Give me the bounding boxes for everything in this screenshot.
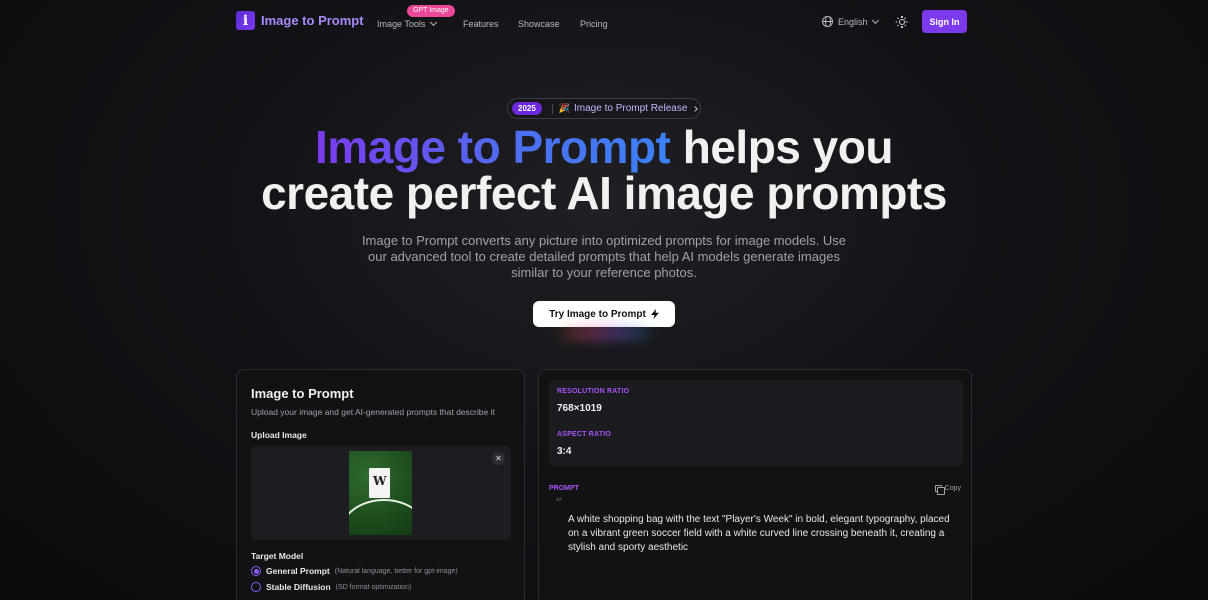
target-model-label: Target Model xyxy=(251,551,304,561)
model-option-general[interactable]: General Prompt (Natural language, better… xyxy=(251,566,458,576)
divider xyxy=(551,103,553,114)
model-name: Stable Diffusion xyxy=(266,582,331,592)
image-stats-panel: RESOLUTION RATIO 768×1019 ASPECT RATIO 3… xyxy=(549,380,963,466)
tool-description: Upload your image and get AI-generated p… xyxy=(251,407,495,417)
release-announcement-pill[interactable]: 2025 🎉 Image to Prompt Release xyxy=(507,98,701,119)
copy-icon xyxy=(934,485,945,495)
chevron-right-icon xyxy=(692,105,699,112)
headline-line-2: create perfect AI image prompts xyxy=(261,167,947,219)
uploaded-image-preview xyxy=(349,451,412,535)
model-name: General Prompt xyxy=(266,566,330,576)
quote-icon: “ xyxy=(555,496,563,512)
language-label: English xyxy=(838,16,868,27)
cta-label: Try Image to Prompt xyxy=(549,308,646,320)
chevron-down-icon xyxy=(430,18,438,27)
brand-logo-link[interactable]: i Image to Prompt xyxy=(236,11,364,30)
radio-selected[interactable] xyxy=(251,566,261,576)
upload-image-label: Upload Image xyxy=(251,430,307,440)
aspect-ratio-value: 3:4 xyxy=(557,446,572,457)
headline-rest: helps you xyxy=(670,121,894,173)
globe-icon xyxy=(822,16,833,27)
try-image-to-prompt-button[interactable]: Try Image to Prompt xyxy=(533,301,675,327)
nav-pricing-link[interactable]: Pricing xyxy=(580,19,608,29)
hero-headline: Image to Prompt helps you create perfect… xyxy=(0,124,1208,216)
resolution-ratio-label: RESOLUTION RATIO xyxy=(557,388,630,395)
model-note: (SD format optimization) xyxy=(335,583,412,591)
theme-toggle-sun-icon[interactable] xyxy=(896,16,908,28)
copy-label: Copy xyxy=(944,485,961,492)
aspect-ratio-label: ASPECT RATIO xyxy=(557,431,611,438)
nav-image-tools-dropdown[interactable]: Image Tools xyxy=(377,18,438,29)
top-navbar: i Image to Prompt GPT Image Image Tools … xyxy=(0,0,1208,44)
nav-image-tools-label: Image Tools xyxy=(377,19,426,29)
gpt-image-badge: GPT Image xyxy=(407,5,455,17)
prompt-label: PROMPT xyxy=(549,485,579,492)
release-year-badge: 2025 xyxy=(512,102,542,115)
chevron-down-icon xyxy=(871,16,879,24)
prompt-result-card: RESOLUTION RATIO 768×1019 ASPECT RATIO 3… xyxy=(538,369,972,600)
generated-prompt-text: A white shopping bag with the text "Play… xyxy=(568,514,950,553)
release-text: Image to Prompt Release xyxy=(574,103,688,114)
hero-subtext: Image to Prompt converts any picture int… xyxy=(361,233,847,280)
resolution-ratio-value: 768×1019 xyxy=(557,403,602,414)
image-upload-dropzone[interactable]: ✕ xyxy=(251,446,511,540)
cta-glow xyxy=(560,328,650,338)
model-note: (Natural language, better for gpt-image) xyxy=(334,567,458,575)
headline-accent: Image to Prompt xyxy=(315,121,671,173)
model-option-stable-diffusion[interactable]: Stable Diffusion (SD format optimization… xyxy=(251,582,411,592)
brand-name: Image to Prompt xyxy=(261,13,364,28)
nav-features-link[interactable]: Features xyxy=(463,19,499,29)
image-to-prompt-tool-card: Image to Prompt Upload your image and ge… xyxy=(236,369,525,600)
lightning-icon xyxy=(650,309,659,319)
remove-image-button[interactable]: ✕ xyxy=(492,452,505,465)
copy-prompt-button[interactable]: Copy xyxy=(934,485,961,495)
party-popper-icon: 🎉 xyxy=(558,103,571,113)
radio-unselected[interactable] xyxy=(251,582,261,592)
nav-showcase-link[interactable]: Showcase xyxy=(518,19,560,29)
tool-title: Image to Prompt xyxy=(251,386,354,401)
brand-logo-icon: i xyxy=(236,11,255,30)
sign-in-button[interactable]: Sign In xyxy=(922,10,967,33)
language-selector[interactable]: English xyxy=(822,16,879,27)
